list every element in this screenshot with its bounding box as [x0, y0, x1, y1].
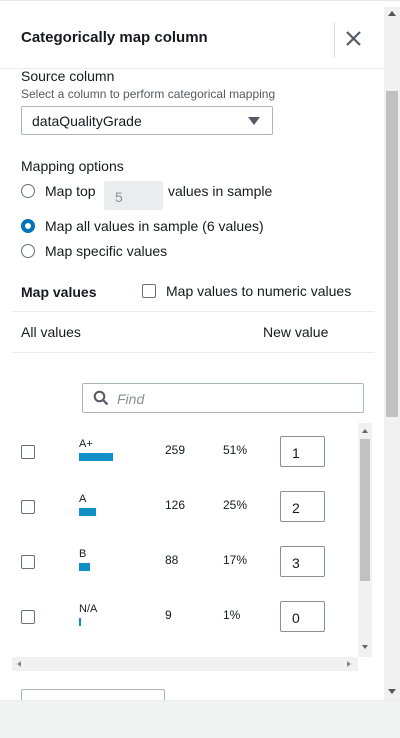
category-label: N/A [79, 603, 98, 615]
map-values-label: Map values [21, 284, 97, 300]
count-value: 88 [165, 553, 179, 567]
list-item: N/A 9 1% 0 [0, 588, 372, 643]
source-column-description: Select a column to perform categorical m… [21, 87, 276, 101]
source-column-label: Source column [21, 68, 115, 84]
count-value: 126 [165, 498, 186, 512]
new-value-text: 3 [292, 555, 300, 571]
new-value-input[interactable]: 0 [280, 601, 325, 632]
footer-strip [0, 700, 400, 738]
scroll-right-icon[interactable] [347, 661, 351, 667]
map-top-suffix: values in sample [168, 183, 273, 199]
find-placeholder: Find [117, 391, 145, 407]
category-label: A [79, 493, 87, 505]
radio-map-top[interactable] [21, 184, 35, 198]
panel-scroll-thumb[interactable] [386, 91, 398, 417]
count-value: 259 [165, 443, 186, 457]
mapping-options-label: Mapping options [21, 158, 124, 174]
scroll-up-icon[interactable] [362, 429, 368, 433]
side-panel: Categorically map column Source column S… [0, 0, 400, 719]
list-item: B 88 17% 3 [0, 533, 372, 588]
frequency-bar [79, 453, 113, 461]
percent-value: 1% [223, 608, 241, 622]
list-item: A+ 259 51% 1 [0, 423, 372, 478]
source-column-select[interactable]: dataQualityGrade [21, 106, 273, 135]
new-value-header: New value [263, 324, 329, 340]
divider [12, 352, 374, 353]
map-top-label: Map top [45, 183, 96, 199]
category-label: A+ [79, 438, 93, 450]
numeric-values-checkbox[interactable] [142, 284, 156, 298]
values-list: A+ 259 51% 1 A 126 25% 2 B 88 17% 3 N/A … [0, 423, 372, 657]
frequency-bar [79, 618, 81, 626]
scroll-left-icon[interactable] [17, 661, 21, 667]
count-value: 9 [165, 608, 172, 622]
percent-value: 51% [223, 443, 248, 457]
row-checkbox[interactable] [21, 610, 35, 624]
row-checkbox[interactable] [21, 500, 35, 514]
top-count-input: 5 [104, 181, 163, 210]
scroll-down-icon[interactable] [388, 689, 396, 694]
close-button[interactable] [343, 28, 365, 50]
percent-value: 17% [223, 553, 248, 567]
category-label: B [79, 548, 87, 560]
list-scroll-thumb[interactable] [360, 439, 370, 581]
panel-header: Categorically map column [0, 7, 384, 69]
all-values-header: All values [21, 324, 81, 340]
frequency-bar [79, 508, 96, 516]
map-all-label: Map all values in sample (6 values) [45, 218, 264, 234]
new-value-text: 1 [292, 445, 300, 461]
panel-title: Categorically map column [21, 29, 208, 46]
caret-down-icon [248, 117, 260, 125]
close-icon [346, 31, 361, 46]
divider [12, 311, 374, 312]
header-divider [334, 23, 335, 57]
horizontal-scrollbar[interactable] [12, 657, 358, 671]
map-specific-label: Map specific values [45, 243, 168, 259]
list-item: A 126 25% 2 [0, 478, 372, 533]
scroll-down-icon[interactable] [362, 645, 368, 649]
top-count-value: 5 [115, 189, 123, 205]
radio-map-all[interactable] [21, 219, 35, 233]
new-value-input[interactable]: 1 [280, 436, 325, 467]
new-value-input[interactable]: 3 [280, 546, 325, 577]
frequency-bar [79, 563, 90, 571]
row-checkbox[interactable] [21, 445, 35, 459]
source-column-value: dataQualityGrade [32, 113, 142, 129]
find-input[interactable]: Find [82, 383, 364, 413]
numeric-values-label: Map values to numeric values [166, 283, 352, 299]
new-value-text: 0 [292, 610, 300, 626]
search-icon [93, 390, 109, 406]
radio-map-specific[interactable] [21, 244, 35, 258]
new-value-text: 2 [292, 500, 300, 516]
scroll-up-icon[interactable] [388, 11, 396, 16]
row-checkbox[interactable] [21, 555, 35, 569]
percent-value: 25% [223, 498, 248, 512]
new-value-input[interactable]: 2 [280, 491, 325, 522]
